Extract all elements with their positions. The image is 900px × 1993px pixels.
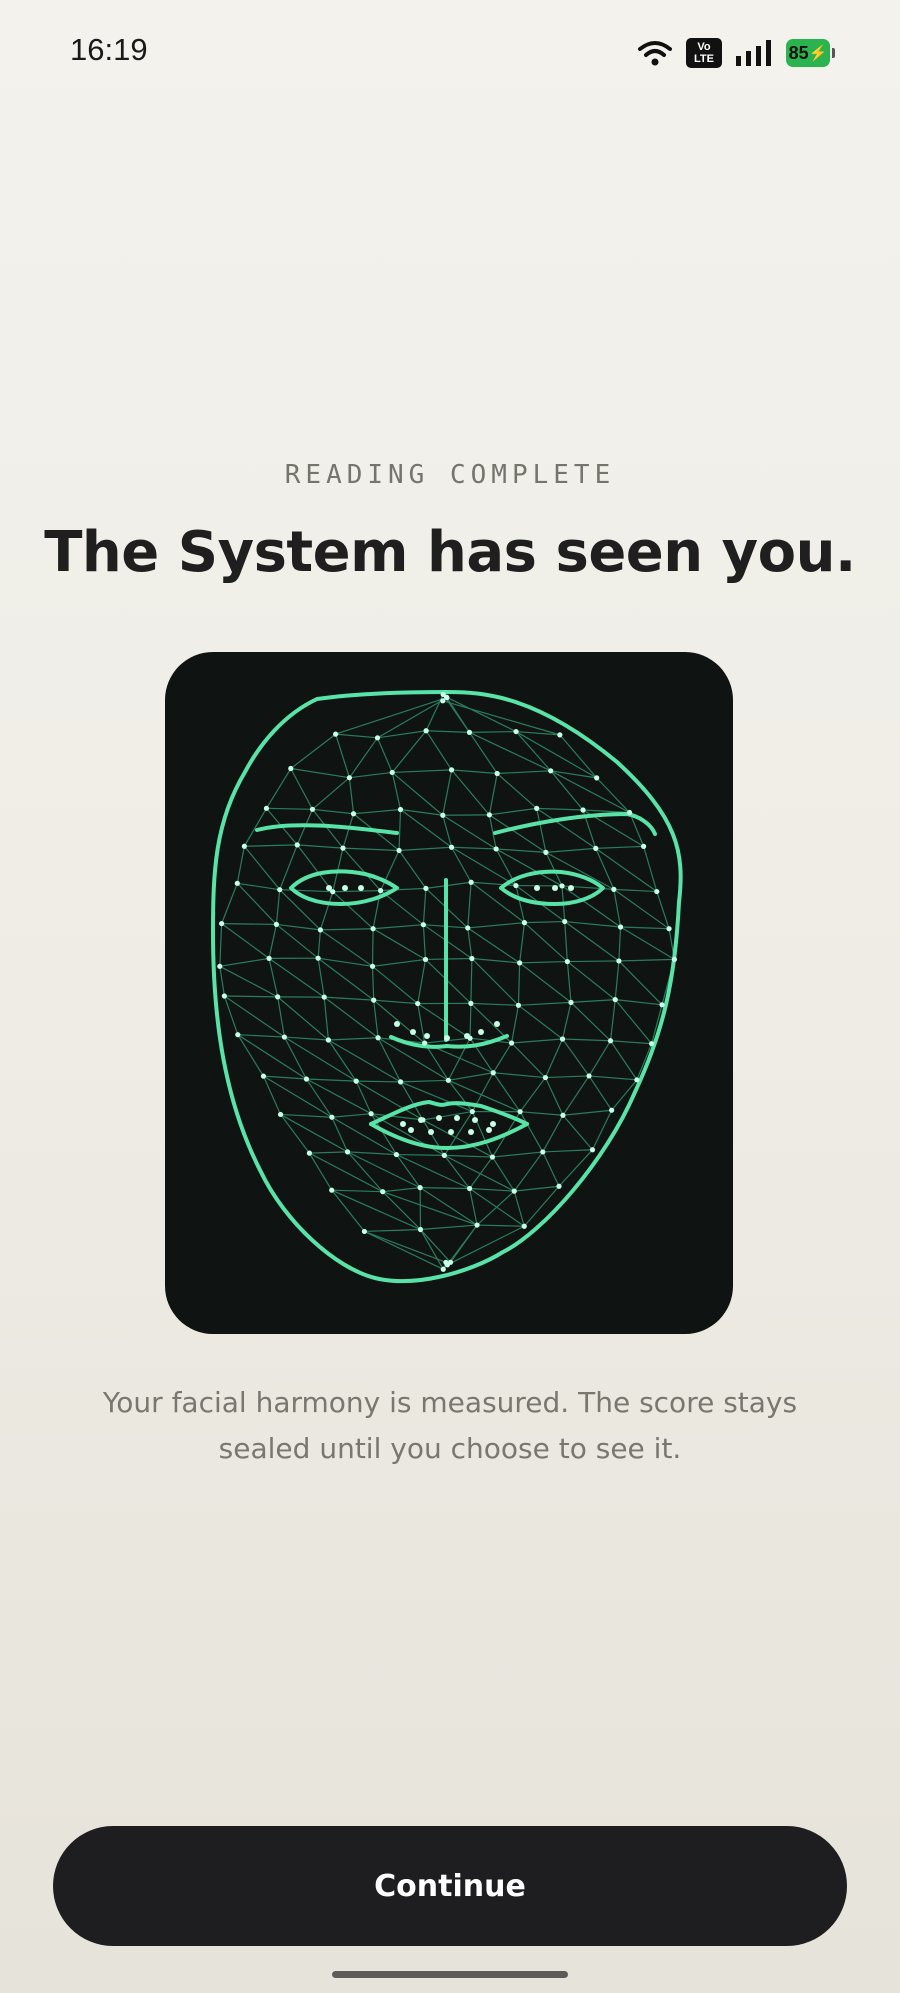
continue-button[interactable]: Continue — [53, 1826, 847, 1946]
face-mesh-illustration — [211, 690, 683, 1283]
upper-lip — [369, 1100, 529, 1126]
status-bar: 16:19 Vo LTE 85 ⚡ — [0, 0, 900, 104]
clock: 16:19 — [70, 32, 148, 67]
battery-level: 85 — [788, 42, 809, 63]
wifi-icon — [638, 41, 672, 66]
result-caption: Your facial harmony is measured. The sco… — [102, 1386, 798, 1465]
signal-icon — [736, 40, 771, 66]
reading-status-label: READING COMPLETE — [284, 460, 616, 490]
home-indicator[interactable] — [332, 1971, 568, 1978]
charging-bolt-icon: ⚡ — [808, 45, 828, 62]
face-scan-card — [165, 652, 733, 1334]
status-icons: Vo LTE 85 ⚡ — [638, 36, 835, 70]
volte-top: Vo — [697, 41, 711, 53]
page-title: The System has seen you. — [44, 520, 856, 585]
volte-bottom: LTE — [694, 53, 714, 65]
battery-icon: 85 ⚡ — [786, 39, 835, 67]
left-brow — [255, 823, 399, 835]
volte-icon: Vo LTE — [686, 38, 722, 68]
